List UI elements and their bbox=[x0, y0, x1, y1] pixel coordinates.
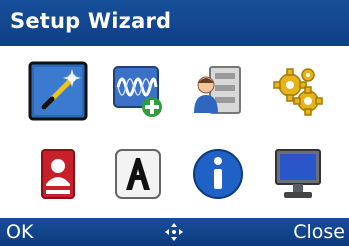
contact-card-icon[interactable] bbox=[28, 144, 88, 204]
close-softkey[interactable]: Close bbox=[293, 221, 345, 243]
icon-grid bbox=[0, 46, 349, 218]
title-bar: Setup Wizard bbox=[0, 0, 349, 46]
wizard-wand-icon[interactable] bbox=[28, 61, 88, 121]
monitor-icon[interactable] bbox=[268, 144, 328, 204]
page-title: Setup Wizard bbox=[10, 9, 172, 33]
waveform-add-icon[interactable] bbox=[108, 61, 168, 121]
ok-softkey[interactable]: OK bbox=[6, 221, 33, 243]
user-directory-icon[interactable] bbox=[188, 61, 248, 121]
navigation-arrows-icon[interactable] bbox=[164, 222, 184, 242]
setup-wizard-screen: Setup Wizard OK Close bbox=[0, 0, 349, 246]
softkey-bar: OK Close bbox=[0, 218, 349, 246]
gears-icon[interactable] bbox=[268, 61, 328, 121]
font-letter-a-icon[interactable] bbox=[108, 144, 168, 204]
info-icon[interactable] bbox=[188, 144, 248, 204]
